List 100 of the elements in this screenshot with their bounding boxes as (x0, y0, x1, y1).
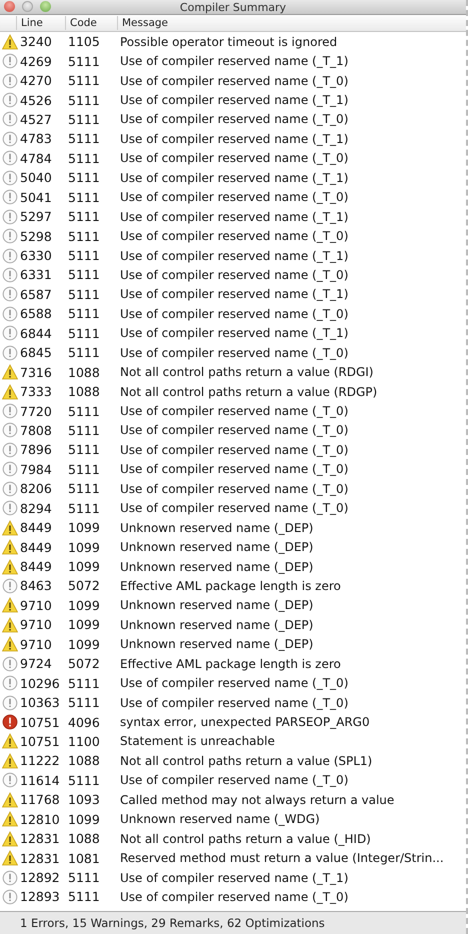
error-code: 5111 (68, 170, 101, 186)
error-code: 5111 (68, 345, 101, 360)
line-number: 11614 (20, 772, 61, 788)
line-number: 6587 (20, 286, 53, 302)
message-text: Unknown reserved name (_DEP) (120, 560, 314, 574)
error-code: 5111 (68, 73, 101, 88)
column-header[interactable]: Code (65, 16, 117, 30)
message-text: Use of compiler reserved name (_T_0) (120, 890, 348, 904)
message-text: Use of compiler reserved name (_T_1) (120, 54, 348, 68)
message-text: Effective AML package length is zero (120, 578, 341, 593)
message-text: Use of compiler reserved name (_T_0) (120, 268, 348, 282)
error-code: 5111 (68, 306, 101, 322)
line-number: 6588 (20, 306, 53, 322)
message-text: Use of compiler reserved name (_T_1) (120, 287, 348, 302)
message-text: Use of compiler reserved name (_T_0) (120, 482, 348, 496)
message-text: Use of compiler reserved name (_T_0) (120, 74, 348, 88)
error-code: 1099 (68, 540, 101, 555)
error-code: 5111 (68, 481, 101, 496)
line-number: 5297 (20, 209, 53, 224)
error-code: 5111 (68, 190, 101, 205)
line-number: 6331 (20, 267, 53, 282)
message-text: Use of compiler reserved name (_T_1) (120, 170, 348, 185)
message-text: Use of compiler reserved name (_T_1) (120, 93, 348, 108)
line-number: 9710 (20, 636, 53, 652)
message-text: Called method may not always return a value (120, 792, 394, 807)
error-code: 1093 (68, 792, 101, 808)
minimize-button[interactable] (22, 1, 33, 12)
error-code: 1088 (68, 753, 101, 768)
error-code: 5111 (68, 286, 101, 302)
message-text: Unknown reserved name (_WDG) (120, 812, 320, 826)
close-button[interactable] (4, 1, 15, 12)
message-text: Statement is unreachable (120, 734, 275, 748)
line-number: 6330 (20, 248, 53, 264)
message-text: Use of compiler reserved name (_T_0) (120, 773, 348, 788)
error-code: 5111 (68, 422, 101, 438)
message-text: Use of compiler reserved name (_T_0) (120, 112, 348, 126)
error-code: 5111 (68, 870, 101, 886)
message-text: Use of compiler reserved name (_T_1) (120, 132, 348, 146)
error-code: 5111 (68, 92, 101, 108)
line-number: 7808 (20, 422, 53, 438)
line-number: 9710 (20, 598, 53, 613)
column-header[interactable]: Line (16, 16, 65, 30)
line-number: 9724 (20, 656, 53, 672)
message-text: Not all control paths return a value (RDGP) (120, 384, 378, 399)
message-text: Possible operator timeout is ignored (120, 34, 338, 49)
column-header[interactable]: Message (117, 16, 168, 30)
error-code: 5072 (68, 656, 101, 672)
message-text: Use of compiler reserved name (_T_0) (120, 462, 348, 476)
line-number: 7333 (20, 384, 53, 400)
error-code: 1099 (68, 520, 101, 536)
message-text: Unknown reserved name (_DEP) (120, 618, 314, 632)
line-number: 8449 (20, 559, 53, 574)
message-text: Not all control paths return a value (_HID) (120, 832, 371, 846)
message-text: syntax error, unexpected PARSEOP_ARG0 (120, 715, 370, 730)
message-text: Use of compiler reserved name (_T_0) (120, 442, 348, 457)
error-code: 5111 (68, 772, 101, 788)
line-number: 9710 (20, 617, 53, 632)
error-code: 5111 (68, 404, 101, 419)
message-text: Use of compiler reserved name (_T_0) (120, 696, 348, 710)
error-code: 1088 (68, 364, 101, 380)
line-number: 8294 (20, 500, 53, 516)
error-code: 5111 (68, 54, 101, 69)
line-number: 11768 (20, 792, 61, 808)
message-text: Unknown reserved name (_DEP) (120, 520, 314, 535)
message-text: Use of compiler reserved name (_T_0) (120, 404, 348, 418)
error-code: 1099 (68, 559, 101, 574)
message-text: Not all control paths return a value (SPL1) (120, 754, 372, 768)
message-text: Use of compiler reserved name (_T_0) (120, 676, 348, 690)
error-code: 5111 (68, 267, 101, 282)
message-text: Use of compiler reserved name (_T_0) (120, 151, 348, 166)
error-code: 5072 (68, 578, 101, 594)
error-code: 5111 (68, 889, 101, 904)
line-number: 4783 (20, 131, 53, 146)
zoom-button[interactable] (40, 1, 51, 12)
line-number: 10296 (20, 676, 61, 691)
line-number: 7316 (20, 364, 53, 380)
line-number: 4526 (20, 92, 53, 108)
line-number: 10751 (20, 734, 61, 749)
error-code: 1099 (68, 812, 101, 827)
error-code: 5111 (68, 209, 101, 224)
message-text: Use of compiler reserved name (_T_0) (120, 229, 348, 244)
line-number: 12892 (20, 870, 61, 886)
line-number: 7896 (20, 442, 53, 458)
line-number: 12810 (20, 812, 61, 827)
message-text: Use of compiler reserved name (_T_1) (120, 210, 348, 224)
message-text: Use of compiler reserved name (_T_0) (120, 423, 348, 438)
error-code: 5111 (68, 248, 101, 264)
line-number: 7720 (20, 404, 53, 419)
error-code: 5111 (68, 228, 101, 244)
line-number: 11222 (20, 753, 61, 768)
error-code: 5111 (68, 112, 101, 127)
message-text: Unknown reserved name (_DEP) (120, 540, 314, 554)
message-text: Use of compiler reserved name (_T_0) (120, 306, 348, 321)
error-code: 5111 (68, 500, 101, 516)
message-text: Effective AML package length is zero (120, 656, 341, 671)
line-number: 12831 (20, 831, 61, 846)
message-text: Not all control paths return a value (RDGI) (120, 365, 374, 380)
error-code: 5111 (68, 676, 101, 691)
line-number: 10751 (20, 714, 61, 730)
line-number: 12893 (20, 889, 61, 904)
